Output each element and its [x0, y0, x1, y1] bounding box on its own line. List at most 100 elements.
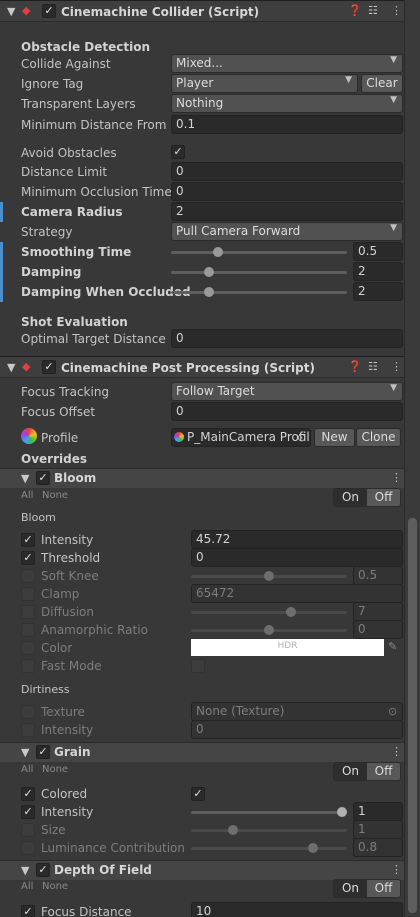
grain-size-slider-knob[interactable]: [227, 825, 238, 835]
collider-component-header[interactable]: ▼ ◆ ✓ Cinemachine Collider (Script) ❓ ☷ …: [0, 0, 404, 22]
collider-enabled-checkbox[interactable]: ✓: [42, 4, 56, 18]
bloom-on-off-toggle[interactable]: On Off: [333, 488, 401, 507]
grain-header[interactable]: ▼ ✓ Grain ⋮: [0, 742, 404, 762]
color-override-checkbox[interactable]: [21, 641, 35, 655]
bloom-header[interactable]: ▼ ✓ Bloom ⋮: [0, 468, 404, 488]
eyedropper-icon[interactable]: ✎: [388, 640, 397, 653]
bloom-threshold-field[interactable]: 0: [191, 548, 403, 567]
post-enabled-checkbox[interactable]: ✓: [42, 360, 56, 374]
smoothing-field[interactable]: 0.5: [353, 242, 403, 261]
grain-size-override-checkbox[interactable]: [21, 823, 35, 837]
smoothing-slider-track[interactable]: [171, 251, 347, 254]
soft-knee-override-checkbox[interactable]: [21, 569, 35, 583]
select-none-link[interactable]: None: [42, 490, 68, 501]
damping-occluded-field[interactable]: 2: [353, 282, 403, 301]
on-button[interactable]: On: [334, 489, 367, 506]
profile-field[interactable]: P_MainCamera Profile: [171, 428, 311, 447]
threshold-override-checkbox[interactable]: ✓: [21, 551, 35, 565]
fast-mode-checkbox[interactable]: [191, 659, 205, 673]
more-options-icon[interactable]: ⋮: [391, 360, 402, 373]
grain-intensity-slider-knob[interactable]: [337, 807, 347, 817]
clear-button[interactable]: Clear: [361, 74, 403, 93]
ignore-tag-dropdown[interactable]: Player ▼: [171, 74, 358, 93]
preset-icon[interactable]: ☷: [368, 4, 378, 17]
texture-field[interactable]: None (Texture): [191, 702, 403, 721]
clamp-field[interactable]: 65472: [191, 584, 403, 603]
focus-distance-field[interactable]: 10: [191, 902, 403, 917]
anamorphic-slider-knob[interactable]: [264, 625, 274, 635]
damping-slider-track[interactable]: [171, 271, 347, 274]
new-profile-button[interactable]: New: [314, 428, 355, 447]
colored-checkbox[interactable]: ✓: [191, 787, 205, 801]
grain-intensity-slider-track[interactable]: [191, 811, 347, 814]
foldout-arrow-icon[interactable]: ▼: [21, 746, 29, 759]
grain-on-off-toggle[interactable]: On Off: [333, 762, 401, 781]
color-swatch[interactable]: HDR: [191, 639, 384, 656]
colored-override-checkbox[interactable]: ✓: [21, 787, 35, 801]
soft-knee-field[interactable]: 0.5: [353, 566, 403, 585]
focus-distance-override-checkbox[interactable]: ✓: [21, 905, 35, 917]
off-button[interactable]: Off: [367, 880, 400, 897]
dirt-intensity-field[interactable]: 0: [191, 720, 403, 739]
smoothing-slider-knob[interactable]: [212, 247, 223, 257]
help-icon[interactable]: ❓: [348, 360, 362, 373]
optimal-distance-field[interactable]: 0: [171, 329, 403, 348]
transparent-layers-dropdown[interactable]: Nothing ▼: [171, 94, 403, 113]
select-all-link[interactable]: All: [21, 881, 33, 892]
dof-on-off-toggle[interactable]: On Off: [333, 879, 401, 898]
object-picker-icon[interactable]: ⊙: [297, 431, 306, 444]
anamorphic-override-checkbox[interactable]: [21, 623, 35, 637]
anamorphic-field[interactable]: 0: [353, 620, 403, 639]
focus-tracking-dropdown[interactable]: Follow Target ▼: [171, 382, 403, 401]
preset-icon[interactable]: ☷: [368, 360, 378, 373]
foldout-arrow-icon[interactable]: ▼: [7, 5, 15, 18]
more-options-icon[interactable]: ⋮: [391, 745, 402, 758]
select-all-link[interactable]: All: [21, 764, 33, 775]
more-options-icon[interactable]: ⋮: [391, 863, 402, 876]
dof-enabled-checkbox[interactable]: ✓: [36, 863, 50, 877]
select-all-link[interactable]: All: [21, 490, 33, 501]
more-options-icon[interactable]: ⋮: [391, 471, 402, 484]
on-button[interactable]: On: [334, 880, 367, 897]
diffusion-override-checkbox[interactable]: [21, 605, 35, 619]
min-occlusion-field[interactable]: 0: [171, 182, 403, 201]
foldout-arrow-icon[interactable]: ▼: [21, 864, 29, 877]
bloom-intensity-field[interactable]: 45.72: [191, 530, 403, 549]
collide-against-dropdown[interactable]: Mixed... ▼: [171, 54, 403, 73]
strategy-dropdown[interactable]: Pull Camera Forward ▼: [171, 222, 403, 241]
camera-radius-field[interactable]: 2: [171, 202, 403, 221]
luminance-slider-knob[interactable]: [307, 843, 318, 853]
post-processing-component-header[interactable]: ▼ ◆ ✓ Cinemachine Post Processing (Scrip…: [0, 356, 404, 378]
damping-occluded-slider-track[interactable]: [171, 291, 347, 294]
intensity-override-checkbox[interactable]: ✓: [21, 533, 35, 547]
diffusion-slider-track[interactable]: [191, 611, 347, 614]
luminance-override-checkbox[interactable]: [21, 841, 35, 855]
help-icon[interactable]: ❓: [348, 4, 362, 17]
texture-override-checkbox[interactable]: [21, 705, 35, 719]
off-button[interactable]: Off: [367, 763, 400, 780]
scrollbar-thumb[interactable]: [408, 518, 417, 913]
grain-enabled-checkbox[interactable]: ✓: [36, 745, 50, 759]
more-options-icon[interactable]: ⋮: [391, 4, 402, 17]
foldout-arrow-icon[interactable]: ▼: [7, 361, 15, 374]
off-button[interactable]: Off: [367, 489, 400, 506]
dof-header[interactable]: ▼ ✓ Depth Of Field ⋮: [0, 860, 404, 880]
focus-offset-field[interactable]: 0: [171, 402, 403, 421]
luminance-field[interactable]: 0.8: [353, 838, 403, 857]
min-distance-field[interactable]: 0.1: [171, 115, 403, 134]
grain-intensity-field[interactable]: 1: [353, 802, 403, 821]
fast-mode-override-checkbox[interactable]: [21, 659, 35, 673]
soft-knee-slider-knob[interactable]: [264, 571, 274, 581]
clone-profile-button[interactable]: Clone: [356, 428, 401, 447]
grain-size-field[interactable]: 1: [353, 820, 403, 839]
clamp-override-checkbox[interactable]: [21, 587, 35, 601]
grain-intensity-override-checkbox[interactable]: ✓: [21, 805, 35, 819]
damping-occluded-slider-knob[interactable]: [204, 287, 215, 297]
avoid-obstacles-checkbox[interactable]: ✓: [171, 145, 185, 159]
grain-size-slider-track[interactable]: [191, 829, 347, 832]
foldout-arrow-icon[interactable]: ▼: [21, 472, 29, 485]
diffusion-field[interactable]: 7: [353, 602, 403, 621]
on-button[interactable]: On: [334, 763, 367, 780]
diffusion-slider-knob[interactable]: [285, 607, 296, 617]
bloom-enabled-checkbox[interactable]: ✓: [36, 471, 50, 485]
